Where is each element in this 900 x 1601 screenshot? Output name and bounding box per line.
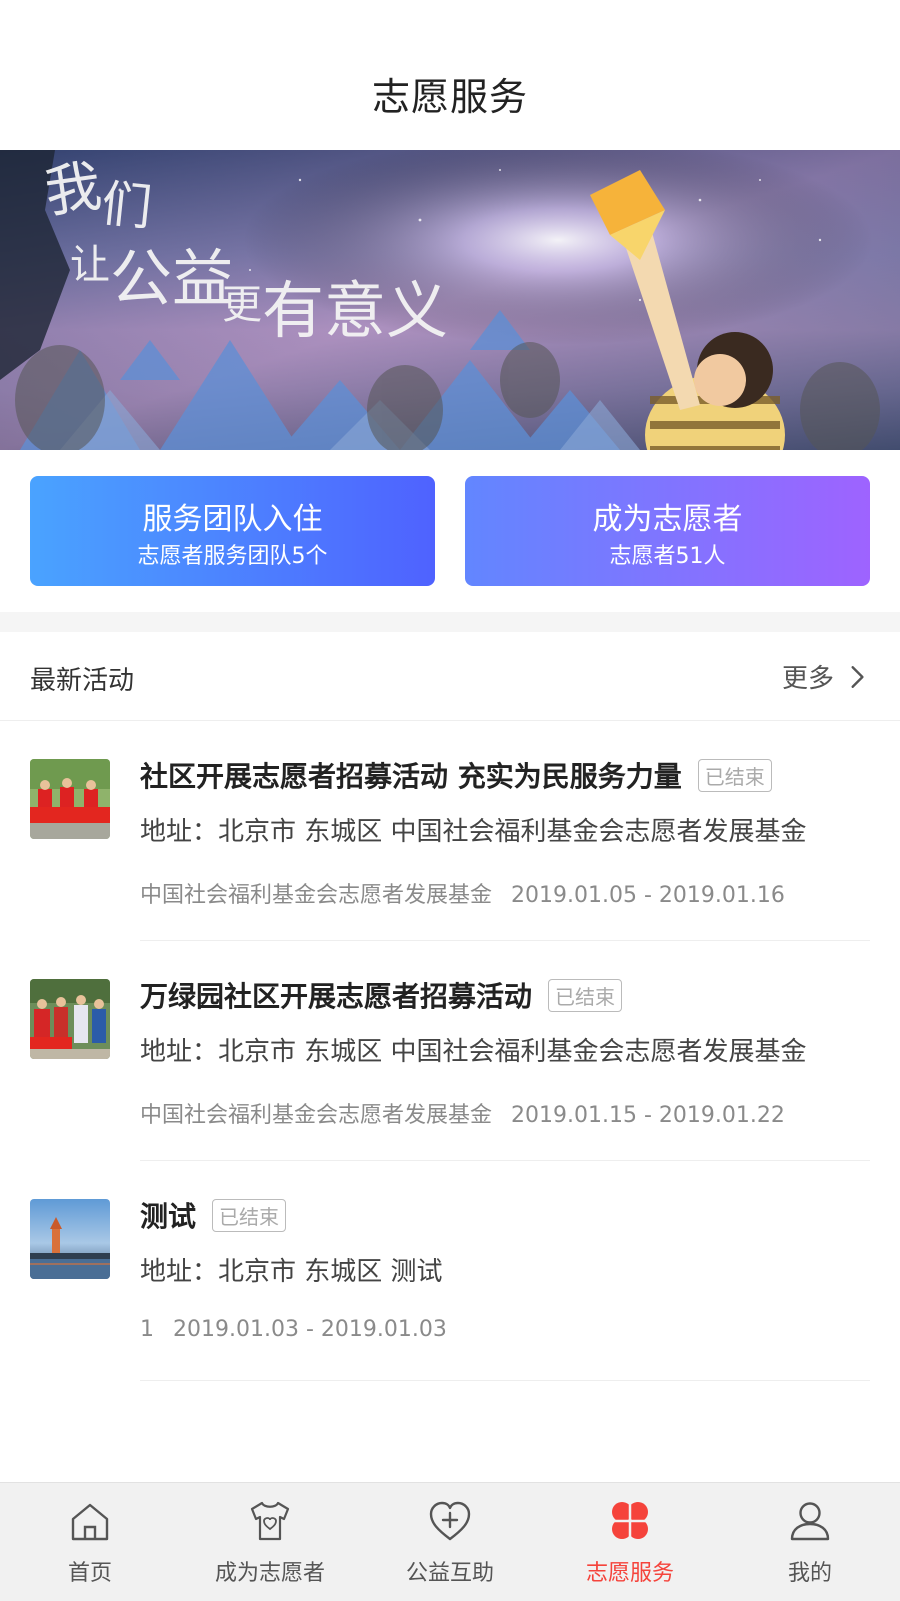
service-team-join-card[interactable]: 服务团队入住 志愿者服务团队5个 [30,476,435,586]
banner-headline-3: 让 [70,242,110,288]
volunteer-count: 志愿者51人 [609,544,726,569]
banner-headline-6: 有意义 [262,274,448,347]
activity-organizer: 中国社会福利基金会志愿者发展基金 [140,883,493,908]
chevron-right-icon [851,665,864,688]
banner-image[interactable]: 我 们 让 公益 更 有意义 [0,150,900,450]
home-icon [71,1503,109,1541]
activity-meta: 中国社会福利基金会志愿者发展基金 2019.01.15 - 2019.01.22 [140,1097,785,1129]
banner-illustration: 我 们 让 公益 更 有意义 [0,150,900,450]
divider [140,1380,870,1381]
heart-plus-icon [429,1501,471,1541]
activity-item[interactable]: 社区开展志愿者招募活动 充实为民服务力量 已结束 地址：北京市 东城区 中国社会… [0,721,900,941]
activity-dates: 2019.01.03 - 2019.01.03 [173,1317,447,1342]
top-header: 志愿服务 [0,0,900,150]
status-badge: 已结束 [697,758,772,792]
tab-mine[interactable]: 我的 [720,1483,900,1601]
activity-address: 地址：北京市 东城区 中国社会福利基金会志愿者发展基金 [140,1037,807,1067]
service-team-join-title: 服务团队入住 [142,502,323,537]
activity-thumbnail [30,979,110,1059]
section-title: 最新活动 [30,666,135,696]
latest-activities-header: 最新活动 更多 [0,632,900,721]
tab-label: 首页 [67,1561,112,1586]
tab-label: 我的 [787,1561,832,1586]
activity-dates: 2019.01.05 - 2019.01.16 [511,883,785,908]
activity-dates: 2019.01.15 - 2019.01.22 [511,1103,785,1128]
tab-volunteer-service[interactable]: 志愿服务 [540,1483,720,1601]
tab-home[interactable]: 首页 [0,1483,180,1601]
tab-label: 志愿服务 [585,1561,674,1586]
tab-mutual-aid[interactable]: 公益互助 [360,1483,540,1601]
activity-item[interactable]: 万绿园社区开展志愿者招募活动 已结束 地址：北京市 东城区 中国社会福利基金会志… [0,941,900,1161]
more-link[interactable]: 更多 [782,658,870,695]
become-volunteer-card[interactable]: 成为志愿者 志愿者51人 [465,476,870,586]
more-label: 更多 [781,664,834,694]
activity-title: 社区开展志愿者招募活动 充实为民服务力量 [140,760,682,793]
tab-become-volunteer[interactable]: 成为志愿者 [180,1483,360,1601]
activity-title: 万绿园社区开展志愿者招募活动 [140,980,533,1013]
status-badge: 已结束 [548,978,623,1012]
banner-headline-2: 们 [99,174,155,237]
banner-headline-5: 更 [222,282,262,328]
activity-thumbnail [30,1199,110,1279]
activity-meta: 中国社会福利基金会志愿者发展基金 2019.01.05 - 2019.01.16 [140,877,785,909]
activity-address: 地址：北京市 东城区 中国社会福利基金会志愿者发展基金 [140,817,807,847]
activity-organizer: 中国社会福利基金会志愿者发展基金 [140,1103,493,1128]
section-separator [0,612,900,632]
clover-icon [612,1502,648,1539]
tab-label: 成为志愿者 [214,1561,325,1586]
activity-address: 地址：北京市 东城区 测试 [140,1257,443,1287]
tab-label: 公益互助 [405,1561,494,1586]
activity-meta: 1 2019.01.03 - 2019.01.03 [140,1317,447,1342]
service-team-count: 志愿者服务团队5个 [137,544,328,569]
user-icon [790,1502,830,1541]
banner-headline-4: 公益 [110,242,234,315]
become-volunteer-title: 成为志愿者 [592,502,743,537]
status-badge: 已结束 [212,1198,287,1232]
bottom-tab-bar: 首页 成为志愿者 公益互助 志愿服务 我的 [0,1482,900,1601]
banner-headline-1: 我 [41,154,106,226]
shirt-icon [250,1501,290,1541]
activity-item[interactable]: 测试 已结束 地址：北京市 东城区 测试 1 2019.01.03 - 2019… [0,1161,900,1381]
activity-thumbnail [30,759,110,839]
activity-organizer: 1 [140,1317,154,1342]
page-title: 志愿服务 [371,75,528,119]
activity-title: 测试 [140,1200,197,1233]
